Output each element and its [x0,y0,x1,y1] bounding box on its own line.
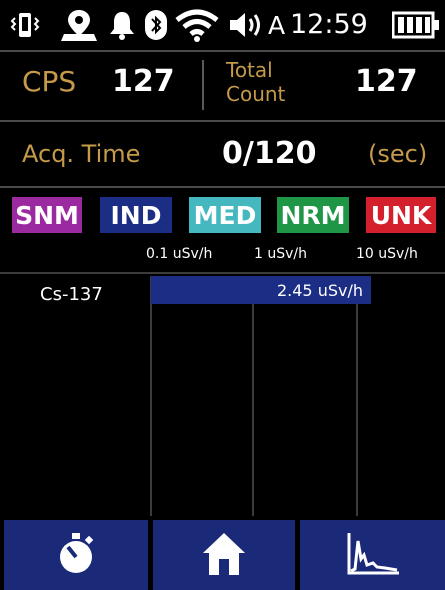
badge-ind[interactable]: IND [100,197,172,233]
bell-icon [107,8,137,42]
spectrum-button[interactable] [300,520,445,590]
badge-med-label: MED [193,200,257,230]
acq-time-label: Acq. Time [22,140,141,168]
wifi-icon [175,8,219,42]
volume-icon [227,8,267,42]
scale-tick-1: 1 uSv/h [254,246,307,262]
scale-gridline [356,276,358,516]
scale-tick-10: 10 uSv/h [356,246,418,262]
location-icon [60,8,98,42]
total-label-line2: Count [226,82,286,106]
badge-nrm[interactable]: NRM [277,197,349,233]
total-label-line1: Total [226,58,273,82]
cps-value: 127 [112,64,175,99]
total-count-value: 127 [355,64,418,99]
divider [0,186,445,188]
bluetooth-icon [145,8,167,42]
home-button[interactable] [153,520,295,590]
badge-nrm-label: NRM [280,200,346,230]
badge-unk-label: UNK [370,200,432,230]
dose-rate-bar: 2.45 uSv/h [151,276,371,304]
timer-icon [52,529,100,581]
clock: 12:59 [290,9,368,40]
home-icon [199,529,249,581]
scale-tick-0.1: 0.1 uSv/h [146,246,213,262]
badge-snm[interactable]: SNM [12,197,82,233]
counts-divider [202,60,204,110]
vibrate-icon [10,8,40,42]
isotope-name: Cs-137 [40,284,103,305]
dose-rate-label: 2.45 uSv/h [276,280,363,300]
badge-unk[interactable]: UNK [366,197,436,233]
badge-ind-label: IND [110,200,162,230]
divider [0,120,445,122]
cps-label: CPS [22,65,77,98]
mode-indicator: A [268,11,286,40]
divider [0,272,445,274]
spectrum-icon [345,529,401,581]
divider [0,50,445,52]
badge-snm-label: SNM [15,200,79,230]
scale-gridline [252,276,254,516]
badge-med[interactable]: MED [189,197,261,233]
status-bar: A 12:59 [0,0,445,50]
battery-icon [392,8,440,42]
acq-time-unit: (sec) [368,140,428,168]
acq-time-value: 0/120 [222,136,317,171]
scale-gridline [150,276,152,516]
timer-button[interactable] [4,520,148,590]
total-count-label: Total Count [226,58,285,106]
